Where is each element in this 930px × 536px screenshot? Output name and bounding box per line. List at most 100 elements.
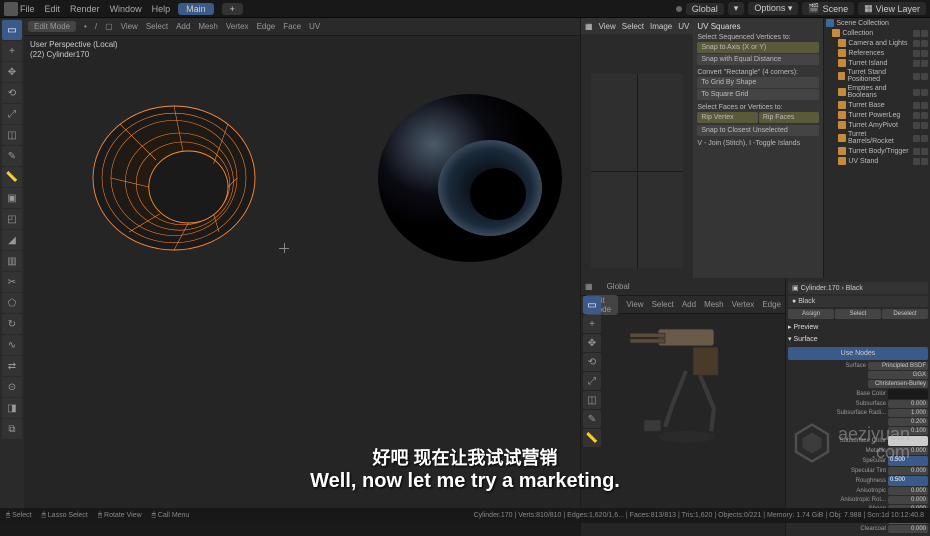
- outliner-item[interactable]: UV Stand: [824, 156, 930, 166]
- blender-logo-icon[interactable]: [4, 2, 18, 16]
- vp2-select-tool-icon[interactable]: ▭: [583, 296, 601, 314]
- material-slot[interactable]: ● Black: [788, 296, 928, 307]
- snap-axis-button[interactable]: Snap to Axis (X or Y): [697, 42, 819, 53]
- scale-tool-icon[interactable]: ⤢: [2, 104, 22, 124]
- render-toggle-icon[interactable]: [921, 112, 928, 119]
- visibility-toggle-icon[interactable]: [913, 158, 920, 165]
- snap-closest-button[interactable]: Snap to Closest Unselected: [697, 125, 819, 136]
- select-mode-vertex-icon[interactable]: •: [84, 22, 87, 31]
- render-toggle-icon[interactable]: [921, 40, 928, 47]
- bevel-tool-icon[interactable]: ◢: [2, 230, 22, 250]
- visibility-toggle-icon[interactable]: [913, 89, 920, 96]
- inset-tool-icon[interactable]: ◰: [2, 209, 22, 229]
- vp2-scale-tool-icon[interactable]: ⤢: [583, 372, 601, 390]
- outliner-item[interactable]: Turret Base: [824, 100, 930, 110]
- select-mode-face-icon[interactable]: ▢: [105, 22, 113, 31]
- visibility-toggle-icon[interactable]: [913, 102, 920, 109]
- outliner-item[interactable]: Camera and Lights: [824, 38, 930, 48]
- clearcoat-value[interactable]: 0.000: [888, 525, 928, 533]
- visibility-toggle-icon[interactable]: [913, 112, 920, 119]
- render-toggle-icon[interactable]: [921, 60, 928, 67]
- outliner-item[interactable]: Turret Barrels/Rocket: [824, 130, 930, 146]
- outliner-item[interactable]: Turret Body/Trigger: [824, 146, 930, 156]
- select-button[interactable]: Select: [835, 309, 881, 319]
- rotate-tool-icon[interactable]: ⟲: [2, 83, 22, 103]
- vp-menu-uv[interactable]: UV: [309, 22, 320, 31]
- knife-tool-icon[interactable]: ✂: [2, 272, 22, 292]
- render-toggle-icon[interactable]: [921, 50, 928, 57]
- outliner-item[interactable]: Turret Stand Positioned: [824, 68, 930, 84]
- rip-vertex-button[interactable]: Rip Vertex: [697, 112, 758, 123]
- roughness-slider[interactable]: 0.500: [888, 476, 928, 486]
- sr1-value[interactable]: 1.000: [888, 409, 928, 417]
- extrude-tool-icon[interactable]: ▣: [2, 188, 22, 208]
- 3d-viewport-secondary[interactable]: ▦ Global Edit Mode View Select Add Mesh …: [580, 278, 785, 536]
- visibility-toggle-icon[interactable]: [913, 40, 920, 47]
- deselect-button[interactable]: Deselect: [882, 309, 928, 319]
- scene-field[interactable]: 🎬Scene: [802, 2, 854, 15]
- vp-menu-face[interactable]: Face: [283, 22, 301, 31]
- vp-menu-mesh[interactable]: Mesh: [198, 22, 218, 31]
- render-toggle-icon[interactable]: [921, 135, 928, 142]
- outliner-item[interactable]: Turret Island: [824, 58, 930, 68]
- menu-window[interactable]: Window: [110, 4, 142, 14]
- grid-shape-button[interactable]: To Grid By Shape: [697, 77, 819, 88]
- outliner-item[interactable]: Turret PowerLeg: [824, 110, 930, 120]
- uv-menu-uv[interactable]: UV: [678, 22, 689, 31]
- square-grid-button[interactable]: To Square Grid: [697, 89, 819, 100]
- snap-icon[interactable]: [676, 6, 682, 12]
- outliner-root[interactable]: Scene Collection: [824, 18, 930, 28]
- base-color-swatch[interactable]: [888, 389, 928, 399]
- vp-menu-view[interactable]: View: [121, 22, 138, 31]
- aniso-rot-value[interactable]: 0.000: [888, 496, 928, 504]
- render-toggle-icon[interactable]: [921, 30, 928, 37]
- subsurface-value[interactable]: 0.000: [888, 400, 928, 408]
- visibility-toggle-icon[interactable]: [913, 30, 920, 37]
- visibility-toggle-icon[interactable]: [913, 50, 920, 57]
- vp2-editor-icon[interactable]: ▦: [585, 282, 593, 291]
- vp2-orientation[interactable]: Global: [601, 281, 636, 292]
- visibility-toggle-icon[interactable]: [913, 60, 920, 67]
- assign-button[interactable]: Assign: [788, 309, 834, 319]
- subsurface-method-dropdown[interactable]: Christensen-Burley: [868, 380, 928, 388]
- cursor-tool-icon[interactable]: +: [2, 41, 22, 61]
- select-mode-edge-icon[interactable]: /: [95, 22, 97, 31]
- vp2-move-tool-icon[interactable]: ✥: [583, 334, 601, 352]
- uv-grid-area[interactable]: [591, 74, 683, 268]
- use-nodes-button[interactable]: Use Nodes: [788, 347, 928, 360]
- preview-header[interactable]: ▸ Preview: [788, 321, 928, 333]
- menu-render[interactable]: Render: [70, 4, 100, 14]
- object-name-field[interactable]: ▣ Cylinder.170 › Black: [788, 282, 928, 294]
- viewlayer-field[interactable]: ▦View Layer: [858, 2, 926, 15]
- render-toggle-icon[interactable]: [921, 148, 928, 155]
- vp-menu-add[interactable]: Add: [176, 22, 190, 31]
- transform-tool-icon[interactable]: ◫: [2, 125, 22, 145]
- vp2-rotate-tool-icon[interactable]: ⟲: [583, 353, 601, 371]
- outliner-item[interactable]: Turret AmyPivot: [824, 120, 930, 130]
- visibility-toggle-icon[interactable]: [913, 122, 920, 129]
- outliner-item[interactable]: References: [824, 48, 930, 58]
- shear-tool-icon[interactable]: ◨: [2, 398, 22, 418]
- vp2-annotate-tool-icon[interactable]: ✎: [583, 410, 601, 428]
- smooth-tool-icon[interactable]: ∿: [2, 335, 22, 355]
- distribution-dropdown[interactable]: GGX: [868, 371, 928, 379]
- spin-tool-icon[interactable]: ↻: [2, 314, 22, 334]
- uv-menu-image[interactable]: Image: [650, 22, 672, 31]
- select-box-tool-icon[interactable]: ▭: [2, 20, 22, 40]
- outliner-item[interactable]: Empties and Booleans: [824, 84, 930, 100]
- specular-tint-value[interactable]: 0.000: [888, 467, 928, 475]
- vp-menu-select[interactable]: Select: [146, 22, 168, 31]
- uv-menu-select[interactable]: Select: [622, 22, 644, 31]
- workspace-tab-add[interactable]: +: [222, 3, 243, 15]
- vp2-menu-edge[interactable]: Edge: [762, 300, 781, 309]
- aniso-value[interactable]: 0.000: [888, 487, 928, 495]
- 3d-viewport-main[interactable]: Edit Mode • / ▢ View Select Add Mesh Ver…: [24, 18, 580, 508]
- surface-value[interactable]: Principled BSDF: [868, 362, 928, 370]
- render-toggle-icon[interactable]: [921, 102, 928, 109]
- workspace-tab-main[interactable]: Main: [178, 3, 214, 15]
- menu-file[interactable]: File: [20, 4, 35, 14]
- polybuild-tool-icon[interactable]: ⬠: [2, 293, 22, 313]
- vp-menu-vertex[interactable]: Vertex: [226, 22, 249, 31]
- uv-menu-view[interactable]: View: [599, 22, 616, 31]
- move-tool-icon[interactable]: ✥: [2, 62, 22, 82]
